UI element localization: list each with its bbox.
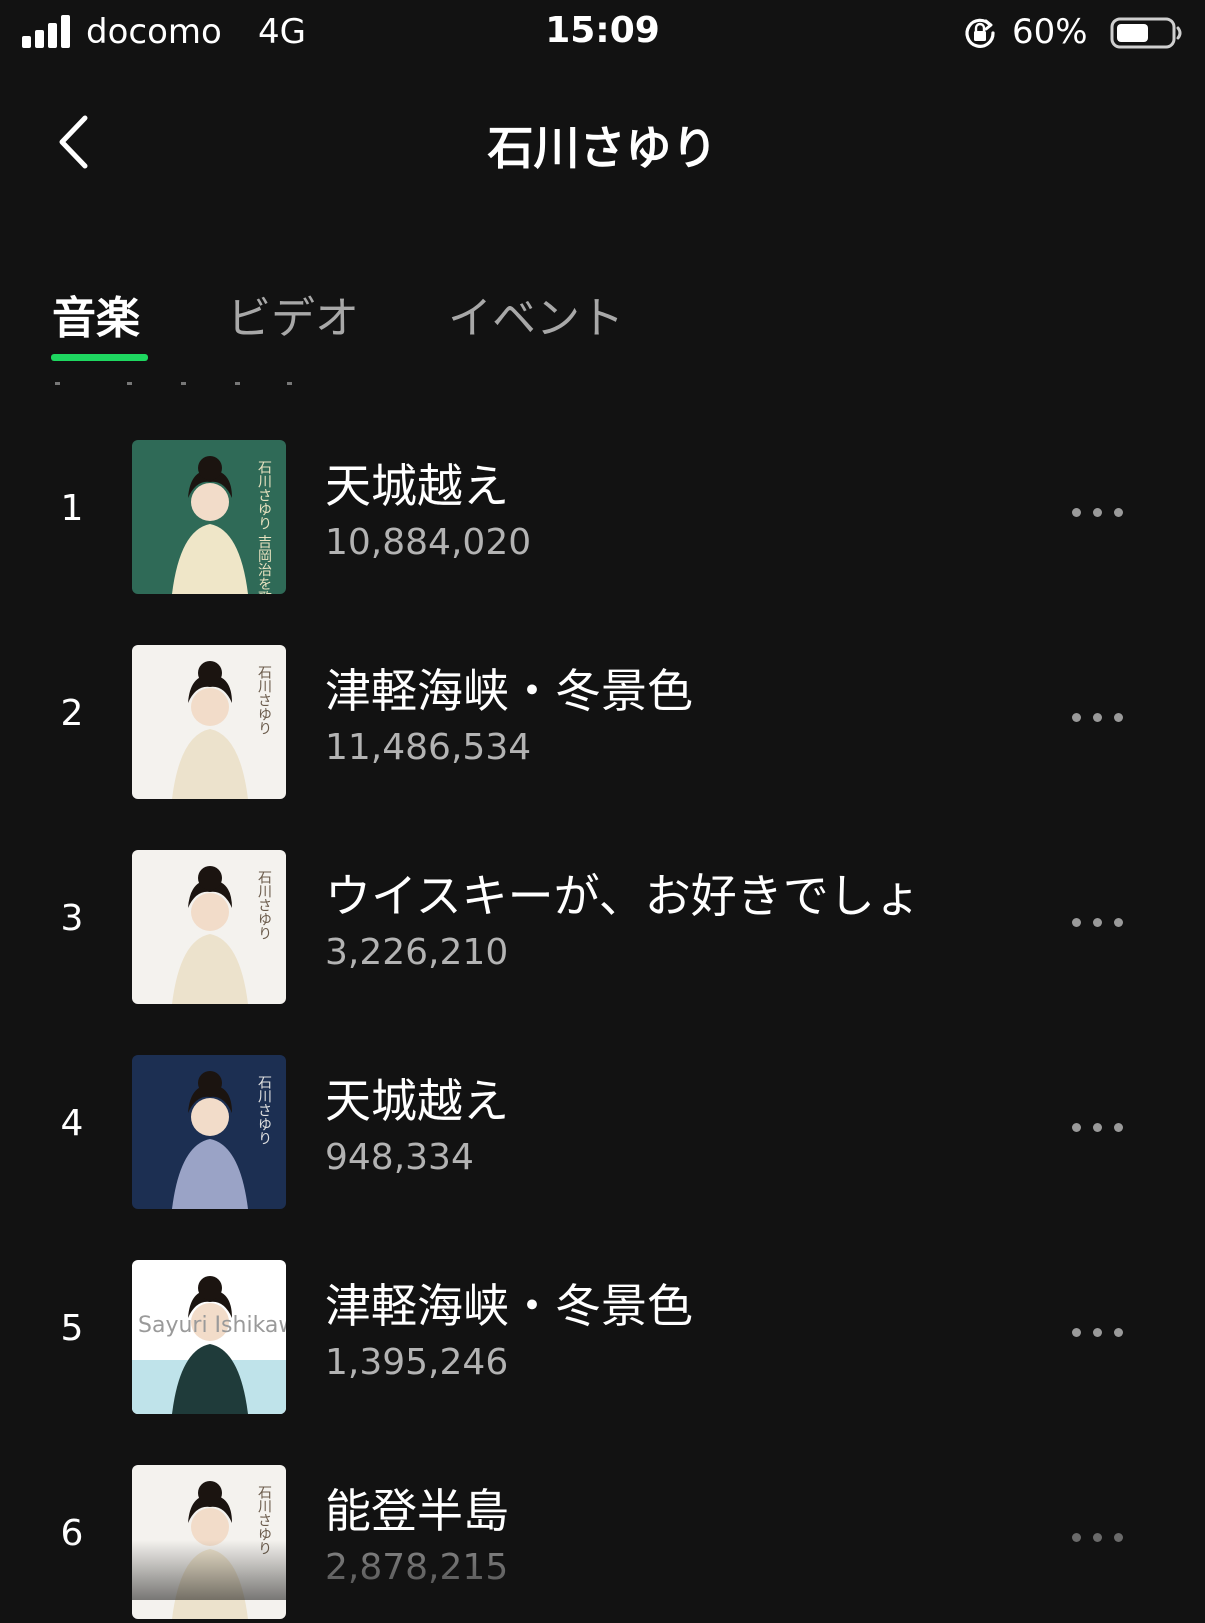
cover-text: 石川さゆり — [256, 1485, 272, 1555]
rotation-lock-icon — [965, 18, 995, 48]
track-rank: 5 — [60, 1308, 84, 1349]
track-play-count: 2,878,215 — [325, 1547, 509, 1588]
track-title: 津軽海峡・冬景色 — [325, 1279, 693, 1333]
album-cover: 石川さゆり — [132, 1465, 286, 1619]
track-title: 能登半島 — [325, 1484, 509, 1538]
track-row[interactable]: 2 石川さゆり 津軽海峡・冬景色 11,486,534 — [0, 643, 1205, 803]
album-cover: 石川さゆり — [132, 1055, 286, 1209]
more-options-button[interactable] — [1068, 1318, 1138, 1348]
track-play-count: 1,395,246 — [325, 1342, 509, 1383]
more-options-button[interactable] — [1068, 1113, 1138, 1143]
more-options-button[interactable] — [1068, 703, 1138, 733]
clipped-content-edge — [55, 382, 295, 386]
track-rank: 6 — [60, 1513, 84, 1554]
track-title: 天城越え — [325, 459, 509, 513]
cover-text: 石川さゆり 吉岡治を歌う — [256, 460, 272, 594]
tab-music[interactable]: 音楽 — [52, 282, 140, 346]
more-options-button[interactable] — [1068, 1523, 1138, 1553]
active-tab-indicator — [51, 354, 148, 361]
battery-percentage: 60% — [1012, 12, 1088, 52]
more-options-button[interactable] — [1068, 908, 1138, 938]
page-title: 石川さゆり — [487, 121, 718, 175]
cover-text: 石川さゆり — [256, 1075, 272, 1145]
album-cover: 石川さゆり — [132, 645, 286, 799]
cover-text: 石川さゆり — [256, 870, 272, 940]
track-row[interactable]: 3 石川さゆり ウイスキーが、お好きでしょ 3,226,210 — [0, 848, 1205, 1008]
album-cover: 石川さゆり — [132, 850, 286, 1004]
album-cover: 石川さゆり 吉岡治を歌う — [132, 440, 286, 594]
cover-text: Sayuri Ishikawa — [138, 1313, 286, 1338]
cover-text: 石川さゆり — [256, 665, 272, 735]
track-play-count: 10,884,020 — [325, 522, 532, 563]
track-play-count: 948,334 — [325, 1137, 474, 1178]
track-rank: 2 — [60, 693, 84, 734]
track-title: 天城越え — [325, 1074, 509, 1128]
more-options-button[interactable] — [1068, 498, 1138, 528]
track-play-count: 3,226,210 — [325, 932, 509, 973]
track-row[interactable]: 1 石川さゆり 吉岡治を歌う 天城越え 10,884,020 — [0, 438, 1205, 598]
tab-video[interactable]: ビデオ — [227, 282, 359, 346]
track-row[interactable]: 5 Sayuri Ishikawa 津軽海峡・冬景色 1,395,246 — [0, 1258, 1205, 1418]
status-bar: docomo 4G 15:09 60% — [0, 0, 1205, 70]
track-play-count: 11,486,534 — [325, 727, 532, 768]
track-title: 津軽海峡・冬景色 — [325, 664, 693, 718]
track-rank: 3 — [60, 898, 84, 939]
track-title: ウイスキーが、お好きでしょ — [325, 869, 921, 923]
track-row[interactable]: 6 石川さゆり 能登半島 2,878,215 — [0, 1463, 1205, 1623]
album-cover: Sayuri Ishikawa — [132, 1260, 286, 1414]
track-rank: 4 — [60, 1103, 84, 1144]
track-rank: 1 — [60, 488, 84, 529]
battery-icon — [1110, 17, 1182, 49]
track-row[interactable]: 4 石川さゆり 天城越え 948,334 — [0, 1053, 1205, 1213]
tab-events[interactable]: イベント — [448, 282, 624, 346]
